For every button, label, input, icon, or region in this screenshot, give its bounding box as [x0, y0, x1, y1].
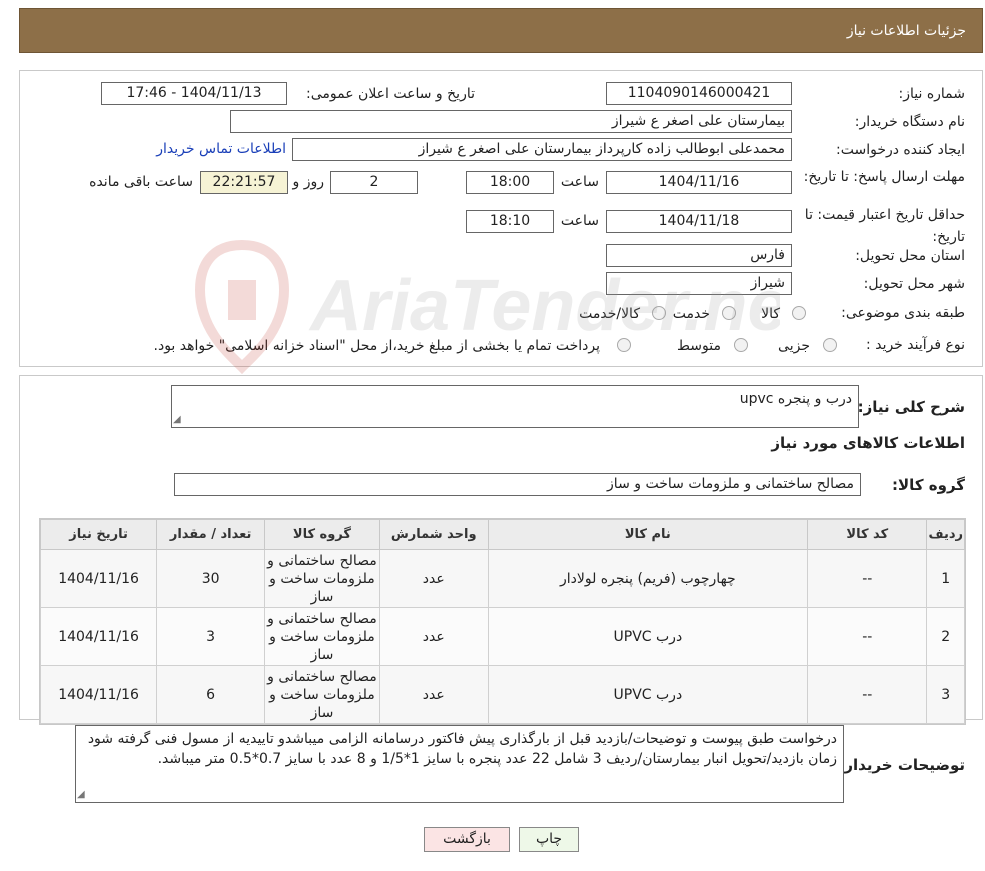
col-header-code: کد کالا [807, 519, 928, 550]
col-header-date: تاریخ نیاز [39, 519, 158, 550]
cell-unit: عدد [378, 665, 489, 724]
cell-quantity: 3 [156, 607, 266, 666]
items-table-wrap: ردیف کد کالا نام کالا واحد شمارش گروه کا… [39, 518, 966, 725]
cell-name: درب UPVC [487, 665, 809, 724]
cell-name: چهارچوب (فریم) پنجره لولادار [487, 549, 809, 608]
buyer-org-field[interactable]: بیمارستان علی اصغر ع شیراز [230, 110, 792, 133]
cell-unit: عدد [378, 607, 489, 666]
remaining-time-field: 22:21:57 [200, 171, 288, 194]
page-header: جزئیات اطلاعات نیاز [19, 8, 983, 53]
announce-label: تاریخ و ساعت اعلان عمومی: [306, 86, 475, 102]
col-header-quantity: تعداد / مقدار [156, 519, 266, 550]
price-valid-label: حداقل تاریخ اعتبار قیمت: تا تاریخ: [804, 207, 965, 245]
watermark-shield-icon [194, 239, 290, 375]
cell-code: -- [807, 665, 928, 724]
cell-row-number: 1 [926, 549, 965, 608]
cell-group: مصالح ساختمانی و ملزومات ساخت و ساز [264, 607, 380, 666]
buyer-notes-label: توضیحات خریدار: [838, 756, 965, 774]
desc-label: شرح کلی نیاز: [857, 398, 965, 416]
requester-field[interactable]: محمدعلی ابوطالب زاده کارپرداز بیمارستان … [292, 138, 792, 161]
cell-row-number: 3 [926, 665, 965, 724]
category-radio-goods[interactable] [792, 306, 806, 320]
buyer-org-label: نام دستگاه خریدار: [854, 114, 965, 130]
cell-date: 1404/11/16 [39, 549, 158, 608]
need-number-field[interactable]: 1104090146000421 [606, 82, 792, 105]
price-valid-date-field[interactable]: 1404/11/18 [606, 210, 792, 233]
notes-resize-icon[interactable]: ◢ [77, 789, 85, 870]
goods-group-label: گروه کالا: [892, 476, 965, 494]
price-valid-time-label: ساعت [560, 213, 599, 229]
buyer-notes-field[interactable]: درخواست طبق پیوست و توضیحات/بازدید قبل ا… [75, 725, 844, 803]
contact-info-link[interactable]: اطلاعات تماس خریدار [156, 141, 286, 157]
province-label: استان محل تحویل: [855, 248, 965, 264]
deadline-time-field[interactable]: 18:00 [466, 171, 554, 194]
print-button[interactable]: چاپ [519, 827, 579, 852]
cell-group: مصالح ساختمانی و ملزومات ساخت و ساز [264, 549, 380, 608]
col-header-name: نام کالا [487, 519, 809, 550]
back-button[interactable]: بازگشت [424, 827, 510, 852]
watermark-text: AriaTender.neT [308, 266, 780, 346]
watermark-logo: AriaTender.neT [194, 239, 780, 375]
cell-unit: عدد [378, 549, 489, 608]
city-label: شهر محل تحویل: [863, 276, 965, 292]
announce-field[interactable]: 1404/11/13 - 17:46 [101, 82, 287, 105]
goods-group-field[interactable]: مصالح ساختمانی و ملزومات ساخت و ساز [174, 473, 861, 496]
cell-quantity: 30 [156, 549, 266, 608]
price-valid-time-field[interactable]: 18:10 [466, 210, 554, 233]
desc-field[interactable]: درب و پنجره upvc [171, 385, 859, 428]
goods-info-title: اطلاعات کالاهای مورد نیاز [771, 434, 965, 452]
page-title: جزئیات اطلاعات نیاز [846, 23, 966, 39]
days-label: روز و [292, 174, 325, 190]
table-row: 1 -- چهارچوب (فریم) پنجره لولادار عدد مص… [39, 549, 965, 608]
cell-date: 1404/11/16 [39, 665, 158, 724]
category-label: طبقه بندی موضوعی: [841, 305, 965, 321]
process-radio-minor[interactable] [823, 338, 837, 352]
cell-name: درب UPVC [487, 607, 809, 666]
remaining-label: ساعت باقی مانده [89, 174, 193, 190]
table-header-row: ردیف کد کالا نام کالا واحد شمارش گروه کا… [39, 519, 965, 550]
table-row: 2 -- درب UPVC عدد مصالح ساختمانی و ملزوم… [39, 607, 965, 666]
requester-label: ایجاد کننده درخواست: [836, 142, 965, 158]
days-field[interactable]: 2 [330, 171, 418, 194]
cell-code: -- [807, 549, 928, 608]
cell-quantity: 6 [156, 665, 266, 724]
cell-date: 1404/11/16 [39, 607, 158, 666]
cell-code: -- [807, 607, 928, 666]
table-row: 3 -- درب UPVC عدد مصالح ساختمانی و ملزوم… [39, 665, 965, 724]
items-table: ردیف کد کالا نام کالا واحد شمارش گروه کا… [39, 519, 965, 724]
deadline-date-field[interactable]: 1404/11/16 [606, 171, 792, 194]
process-label: نوع فرآیند خرید : [866, 337, 965, 353]
deadline-label: مهلت ارسال پاسخ: تا تاریخ: [803, 169, 965, 185]
col-header-row-number: ردیف [926, 519, 965, 550]
col-header-unit: واحد شمارش [378, 519, 489, 550]
need-number-label: شماره نیاز: [898, 86, 966, 102]
col-header-group: گروه کالا [264, 519, 380, 550]
cell-row-number: 2 [926, 607, 965, 666]
cell-group: مصالح ساختمانی و ملزومات ساخت و ساز [264, 665, 380, 724]
deadline-time-label: ساعت [560, 174, 599, 190]
process-option-minor: جزیی [778, 338, 810, 354]
